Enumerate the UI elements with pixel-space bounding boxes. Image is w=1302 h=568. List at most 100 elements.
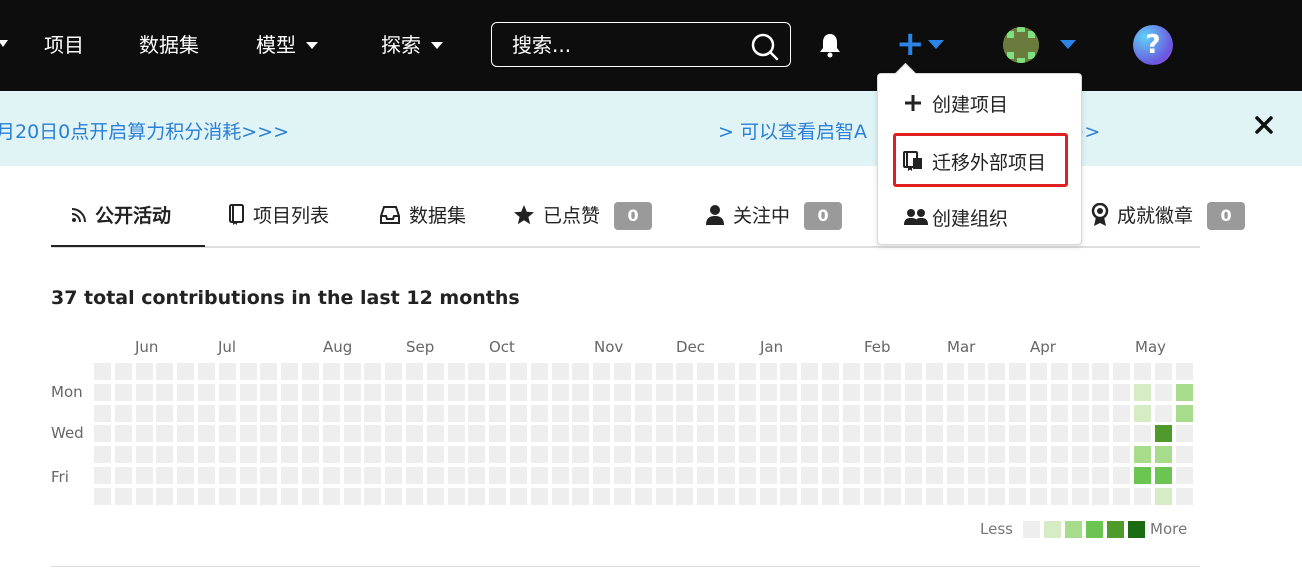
tab-following[interactable]: 关注中 0	[705, 202, 843, 230]
contribution-cell	[1030, 467, 1047, 484]
nav-item-explore-label: 探索	[381, 33, 421, 57]
contribution-cell	[634, 425, 652, 443]
contribution-cell	[718, 363, 735, 380]
contribution-cell	[94, 404, 111, 422]
contribution-cell	[1050, 467, 1068, 484]
bell-icon[interactable]	[818, 32, 842, 58]
inbox-icon	[380, 205, 400, 224]
contribution-cell	[1009, 363, 1027, 380]
contribution-cell	[655, 363, 673, 380]
contribution-cell	[842, 467, 860, 484]
legend-swatch	[1086, 521, 1103, 538]
contribution-cell	[759, 404, 777, 422]
month-label: Feb	[864, 338, 891, 356]
help-icon[interactable]: ?	[1133, 25, 1173, 65]
contribution-cell	[1030, 487, 1047, 505]
contribution-cell	[1175, 467, 1193, 484]
contribution-cell	[198, 404, 215, 422]
contribution-cell	[1050, 446, 1068, 464]
contribution-cell	[655, 487, 673, 505]
contribution-cell	[697, 363, 715, 380]
badges-count-badge: 0	[1207, 202, 1246, 230]
nav-item-projects[interactable]: 项目	[44, 30, 84, 60]
contribution-cell	[614, 446, 631, 464]
legend-swatch	[1065, 521, 1082, 538]
legend-more-label: More	[1150, 520, 1188, 538]
contribution-cell	[135, 425, 153, 443]
contribution-cell	[94, 467, 111, 484]
contribution-cell	[946, 404, 964, 422]
menu-item-create-organization[interactable]: 创建组织	[878, 196, 1081, 240]
nav-item-explore[interactable]: 探索	[381, 30, 443, 60]
contribution-cell	[780, 487, 798, 505]
contribution-cell	[572, 425, 590, 443]
contribution-cell	[842, 404, 860, 422]
contribution-cell	[676, 383, 694, 401]
contribution-cell	[1154, 487, 1172, 505]
contribution-cell	[1030, 425, 1047, 443]
contribution-cell	[1134, 446, 1151, 464]
contribution-cell	[260, 446, 278, 464]
avatar-pattern-icon	[1003, 27, 1039, 63]
contribution-cell	[780, 446, 798, 464]
search-input[interactable]	[512, 31, 742, 59]
menu-item-migrate-external-project[interactable]: 迁移外部项目	[878, 140, 1081, 184]
create-new-button[interactable]: +	[896, 24, 952, 64]
contribution-cell	[114, 404, 132, 422]
contribution-cell	[614, 363, 631, 380]
contribution-cell	[905, 425, 923, 443]
contribution-cell	[177, 363, 195, 380]
contribution-cell	[946, 446, 964, 464]
contribution-cell	[364, 383, 382, 401]
tab-badges[interactable]: 成就徽章 0	[1091, 202, 1246, 230]
contribution-cell	[510, 446, 527, 464]
menu-item-create-project[interactable]: 创建项目	[878, 82, 1081, 126]
contribution-cell	[926, 467, 943, 484]
contribution-cell	[634, 467, 652, 484]
star-icon	[514, 204, 534, 224]
search-icon[interactable]	[750, 32, 780, 62]
contribution-cell	[385, 363, 403, 380]
contribution-cell	[676, 425, 694, 443]
contribution-cell	[1092, 404, 1110, 422]
contribution-cell	[385, 446, 403, 464]
contribution-cell	[884, 363, 902, 380]
contribution-cell	[322, 363, 340, 380]
close-icon[interactable]	[1253, 114, 1275, 136]
contribution-cell	[1009, 383, 1027, 401]
tab-public-activity[interactable]: 公开活动	[71, 202, 171, 230]
contribution-cell	[281, 363, 299, 380]
contribution-cell	[926, 446, 943, 464]
contribution-cell	[156, 446, 174, 464]
contribution-cell	[468, 446, 486, 464]
contribution-cell	[302, 467, 319, 484]
nav-caret-left-icon[interactable]	[0, 40, 8, 47]
contribution-cell	[1175, 425, 1193, 443]
contribution-cell	[177, 467, 195, 484]
contribution-cell	[468, 383, 486, 401]
contribution-cell	[177, 425, 195, 443]
nav-item-datasets[interactable]: 数据集	[139, 30, 199, 60]
contribution-cell	[946, 467, 964, 484]
contribution-cell	[343, 363, 361, 380]
contribution-cell	[884, 467, 902, 484]
contribution-cell	[801, 383, 819, 401]
contribution-cell	[1154, 467, 1172, 484]
contribution-cell	[447, 425, 465, 443]
tab-starred[interactable]: 已点赞 0	[513, 202, 653, 230]
contribution-cell	[780, 363, 798, 380]
nav-item-models[interactable]: 模型	[256, 30, 318, 60]
search-box	[491, 22, 791, 67]
contribution-cell	[1134, 383, 1151, 401]
contribution-cell	[406, 404, 423, 422]
tab-datasets[interactable]: 数据集	[379, 202, 466, 230]
contribution-cell	[759, 383, 777, 401]
contribution-cell	[364, 363, 382, 380]
contribution-cell	[593, 446, 611, 464]
contribution-cell	[218, 363, 236, 380]
banner-link-1[interactable]: 月20日0点开启算力积分消耗>>>	[0, 117, 289, 144]
avatar-menu-chevron-icon[interactable]	[1060, 40, 1076, 49]
tab-project-list[interactable]: 项目列表	[227, 202, 329, 230]
plus-icon	[905, 95, 921, 111]
avatar[interactable]	[1003, 27, 1039, 63]
